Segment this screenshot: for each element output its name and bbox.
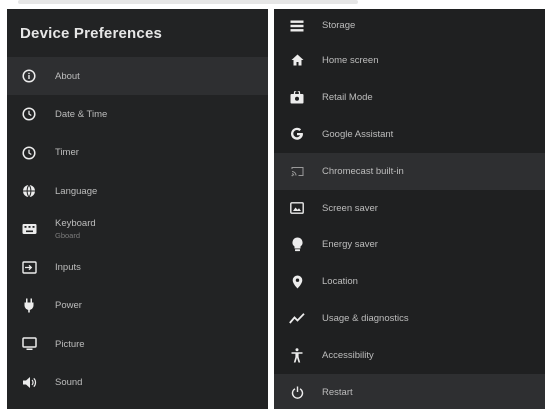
menu-item-accessibility[interactable]: Accessibility	[274, 337, 545, 374]
menu-item-retail-mode[interactable]: Retail Mode	[274, 79, 545, 116]
menu-item-label: Restart	[322, 386, 353, 398]
menu-item-label: Storage	[322, 20, 356, 31]
menu-item-screen-saver[interactable]: Screen saver	[274, 190, 545, 227]
menu-item-google-assistant[interactable]: Google Assistant	[274, 116, 545, 153]
menu-item-sound[interactable]: Sound	[7, 363, 268, 401]
menu-item-chromecast[interactable]: Chromecast built-in	[274, 152, 545, 190]
timer-icon	[21, 145, 37, 161]
speaker-icon	[21, 375, 37, 391]
menu-item-storage[interactable]: Storage	[274, 9, 545, 42]
menu-item-label: Language	[55, 185, 98, 197]
menu-item-label: Picture	[55, 338, 85, 350]
menu-item-location[interactable]: Location	[274, 263, 545, 300]
menu-item-label: Date & Time	[55, 108, 108, 120]
menu-item-label: Google Assistant	[322, 128, 394, 140]
menu-item-label: Home screen	[322, 54, 379, 66]
power-plug-icon	[21, 298, 37, 314]
chart-line-icon	[289, 311, 305, 327]
menu-item-restart[interactable]: Restart	[274, 374, 545, 409]
menu-item-date-time[interactable]: Date & Time	[7, 95, 268, 133]
menu-item-label: Accessibility	[322, 350, 374, 362]
menu-item-label: Usage & diagnostics	[322, 313, 409, 325]
menu-item-about[interactable]: About	[7, 57, 268, 96]
clock-icon	[21, 106, 37, 122]
keyboard-icon	[21, 221, 37, 237]
storage-icon	[289, 18, 305, 34]
menu-item-language[interactable]: Language	[7, 172, 268, 210]
menu-item-text: Keyboard Gboard	[55, 218, 96, 240]
monitor-icon	[21, 336, 37, 352]
menu-item-label: Inputs	[55, 262, 81, 274]
faded-top-text	[18, 0, 358, 4]
restart-icon	[289, 384, 305, 400]
menu-item-label: Location	[322, 276, 358, 288]
menu-item-label: Keyboard	[55, 218, 96, 230]
info-icon	[21, 68, 37, 84]
bulb-icon	[289, 237, 305, 253]
menu-item-sublabel: Gboard	[55, 231, 81, 241]
google-g-icon	[289, 126, 305, 142]
screensaver-icon	[289, 200, 305, 216]
menu-item-timer[interactable]: Timer	[7, 134, 268, 172]
preferences-list-panel: Storage Home screen Retail Mode Google A…	[274, 9, 545, 409]
device-preferences-panel: Device Preferences About Date & Time Tim…	[7, 9, 268, 409]
menu-item-label: Retail Mode	[322, 91, 373, 103]
menu-item-label: Energy saver	[322, 239, 378, 251]
menu-item-energy-saver[interactable]: Energy saver	[274, 226, 545, 263]
menu-item-label: Screen saver	[322, 202, 378, 214]
home-icon	[289, 52, 305, 68]
input-icon	[21, 260, 37, 276]
menu-item-label: Power	[55, 300, 82, 312]
menu-item-keyboard[interactable]: Keyboard Gboard	[7, 210, 268, 248]
menu-item-label: About	[55, 70, 80, 82]
menu-item-inputs[interactable]: Inputs	[7, 248, 268, 286]
cast-icon	[289, 163, 305, 179]
top-strip	[0, 0, 545, 9]
menu-item-label: Sound	[55, 377, 83, 389]
menu-item-label: Chromecast built-in	[322, 165, 404, 177]
globe-icon	[21, 183, 37, 199]
location-pin-icon	[289, 274, 305, 290]
shop-bag-icon	[289, 89, 305, 105]
panel-title: Device Preferences	[20, 24, 163, 42]
menu-item-usage-diagnostics[interactable]: Usage & diagnostics	[274, 300, 545, 337]
menu-item-power[interactable]: Power	[7, 287, 268, 325]
menu-item-picture[interactable]: Picture	[7, 325, 268, 363]
accessibility-icon	[289, 348, 305, 364]
menu-item-home-screen[interactable]: Home screen	[274, 42, 545, 79]
menu-item-label: Timer	[55, 147, 79, 159]
